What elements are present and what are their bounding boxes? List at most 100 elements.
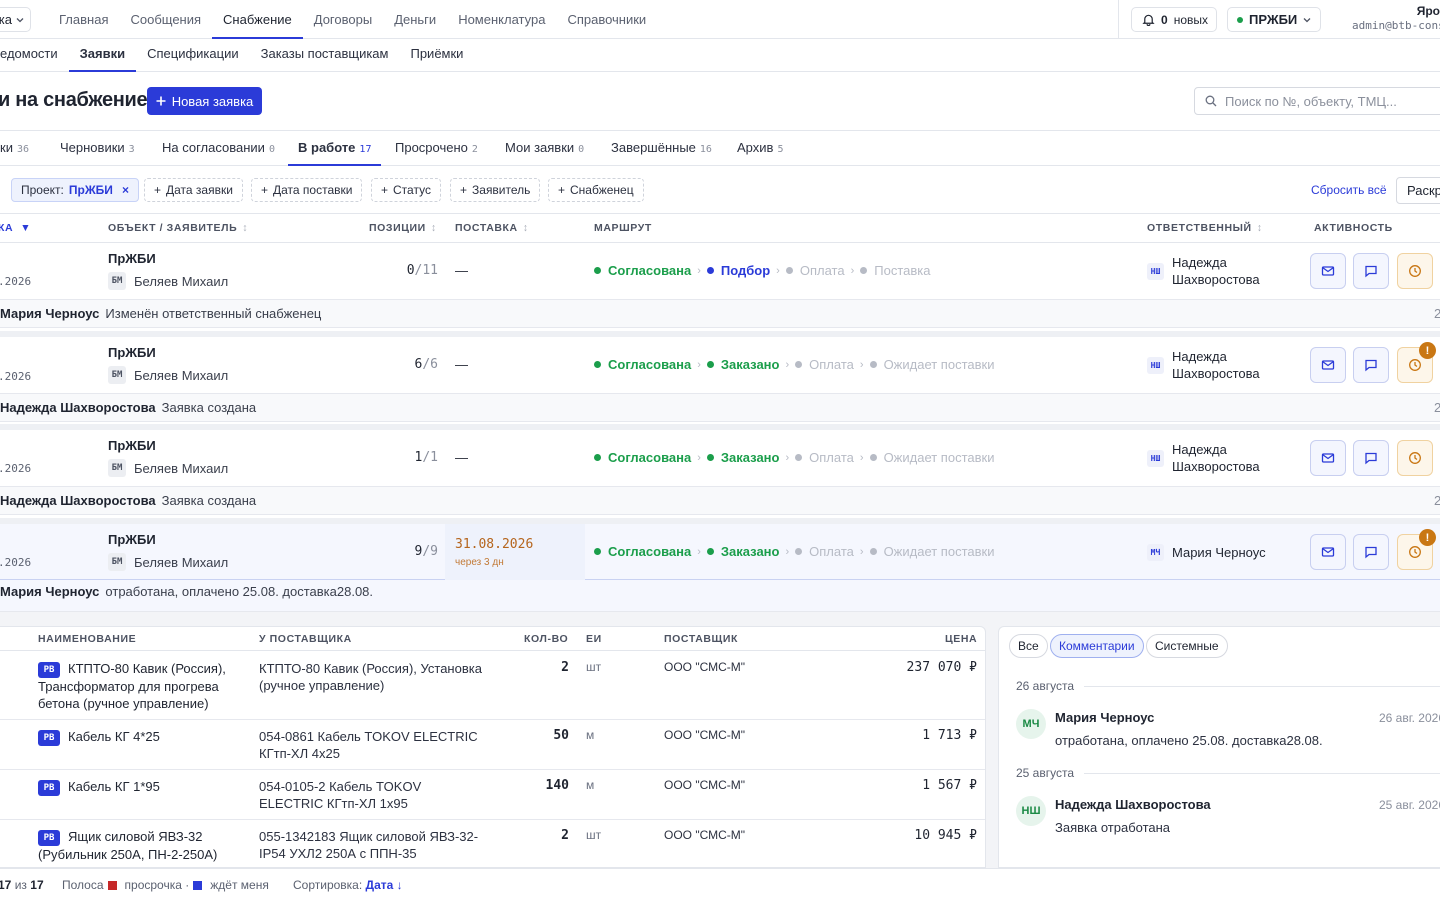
item-row[interactable]: РВ Кабель КГ 4*25 054-0861 Кабель TOKOV E… <box>0 720 985 770</box>
subnav-receipts[interactable]: Приёмки <box>399 39 474 72</box>
legend-overdue: просрочка · <box>124 878 190 892</box>
user-menu[interactable]: Яро admin@btb-constr <box>1338 4 1440 32</box>
project-selector[interactable]: ПРЖБИ <box>1227 7 1321 32</box>
mail-button[interactable] <box>1310 440 1346 476</box>
nav-references[interactable]: Справочники <box>556 0 657 39</box>
bell-icon <box>1142 14 1155 26</box>
tab-in-progress[interactable]: В работе 17 <box>288 131 382 166</box>
close-icon[interactable]: × <box>122 183 129 197</box>
org-selector[interactable]: ка <box>0 7 31 32</box>
filter-label: Дата заявки <box>166 183 233 197</box>
header-label: ОТВЕТСТВЕННЫЙ <box>1147 222 1252 234</box>
chevron-right-icon: › <box>785 358 790 371</box>
filter-label: Статус <box>393 183 431 197</box>
table-row[interactable]: .2026 ПрЖБИ БМ Беляев Михаил 0/11 — Согла… <box>0 243 1440 300</box>
nav-nomenclature[interactable]: Номенклатура <box>447 0 556 39</box>
mail-button[interactable] <box>1310 534 1346 570</box>
table-row[interactable]: .2026 ПрЖБИ БМ Беляев Михаил 6/6 — Соглас… <box>0 337 1440 394</box>
nav-messages[interactable]: Сообщения <box>119 0 212 39</box>
col-header-responsible[interactable]: ОТВЕТСТВЕННЫЙ ↕ <box>1147 214 1263 243</box>
search-input[interactable] <box>1225 93 1425 109</box>
tab-label: Архив <box>737 140 774 155</box>
tab-all[interactable]: ки 36 <box>0 131 31 166</box>
notifications-count: 0 <box>1161 12 1168 27</box>
comments-filter-comments[interactable]: Комментарии <box>1050 634 1144 658</box>
main-nav: Главная Сообщения Снабжение Договоры Ден… <box>48 0 657 39</box>
sort-control[interactable]: Сортировка: Дата ↓ <box>293 878 403 892</box>
col-header-number[interactable]: КА ▼ <box>0 214 31 243</box>
route-step: Согласована <box>594 263 691 278</box>
tab-count: 0 <box>578 144 585 155</box>
item-qty: 2 <box>561 828 569 843</box>
item-supplier-name: 054-0861 Кабель TOKOV ELECTRIC КГтп-ХЛ 4… <box>259 729 478 761</box>
applicant: БМ Беляев Михаил <box>108 459 228 477</box>
comments-filter-system[interactable]: Системные <box>1146 634 1228 658</box>
new-request-button[interactable]: Новая заявка <box>147 87 262 115</box>
route-step: Согласована <box>594 357 691 372</box>
tab-approval[interactable]: На согласовании 0 <box>160 131 277 166</box>
tab-archive[interactable]: Архив 5 <box>735 131 785 166</box>
col-header-delivery[interactable]: ПОСТАВКА ↕ <box>455 214 529 243</box>
item-supplier-name: 055-1342183 Ящик силовой ЯВЗ-32-IP54 УХЛ… <box>259 829 479 861</box>
item-row[interactable]: РВ Ящик силовой ЯВЗ-32 (Рубильник 250А, П… <box>0 820 985 867</box>
sort-label: Сортировка: <box>293 878 363 892</box>
col-header-positions[interactable]: ПОЗИЦИИ ↕ <box>369 214 437 243</box>
item-unit: м <box>586 778 595 792</box>
col-header-object[interactable]: ОБЪЕКТ / ЗАЯВИТЕЛЬ ↕ <box>108 214 248 243</box>
mail-button[interactable] <box>1310 253 1346 289</box>
route-step: Согласована <box>594 544 691 559</box>
route-step: Заказано <box>707 450 780 465</box>
page-title: и на снабжение <box>0 89 148 111</box>
items-col-qty: КОЛ-ВО <box>524 633 569 645</box>
comments-button[interactable] <box>1353 440 1389 476</box>
history-button[interactable] <box>1397 253 1433 289</box>
filter-request-date[interactable]: + Дата заявки <box>144 178 243 202</box>
expand-button[interactable]: Раскр <box>1396 177 1440 204</box>
subnav-specifications[interactable]: Спецификации <box>136 39 250 72</box>
mail-button[interactable] <box>1310 347 1346 383</box>
tab-my-requests[interactable]: Мои заявки 0 <box>503 131 586 166</box>
filter-status[interactable]: + Статус <box>371 178 441 202</box>
route-step: Ожидает поставки <box>870 450 995 465</box>
table-row[interactable]: .2026 ПрЖБИ БМ Беляев Михаил 1/1 — Соглас… <box>0 430 1440 487</box>
filter-project-chip[interactable]: Проект: ПрЖБИ × <box>11 178 139 202</box>
avatar: МЧ <box>1016 709 1046 739</box>
comments-button[interactable] <box>1353 534 1389 570</box>
filter-applicant[interactable]: + Заявитель <box>450 178 541 202</box>
comments-button[interactable] <box>1353 347 1389 383</box>
responsible: НШ Надежда Шахворостова <box>1147 254 1297 288</box>
reset-filters-link[interactable]: Сбросить всё <box>1311 183 1387 197</box>
table-row-selected[interactable]: .2026 ПрЖБИ БМ Беляев Михаил 9/9 31.08.20… <box>0 524 1440 581</box>
plus-icon: + <box>460 183 468 197</box>
project-name: ПРЖБИ <box>1249 12 1298 27</box>
notifications-button[interactable]: 0 новых <box>1131 7 1217 32</box>
nav-money[interactable]: Деньги <box>383 0 447 39</box>
route-step: Оплата <box>795 357 854 372</box>
clock-icon <box>1409 452 1421 464</box>
tab-overdue[interactable]: Просрочено 2 <box>393 131 480 166</box>
tab-completed[interactable]: Завершённые 16 <box>609 131 714 166</box>
responsible-name: Мария Черноус <box>1172 545 1266 560</box>
item-unit: шт <box>586 828 602 842</box>
comments-filter-all[interactable]: Все <box>1009 634 1048 658</box>
filter-supplier[interactable]: + Снабженец <box>548 178 644 202</box>
route-step: Ожидает поставки <box>870 544 995 559</box>
top-navbar: ка Главная Сообщения Снабжение Договоры … <box>0 0 1440 39</box>
history-button[interactable] <box>1397 440 1433 476</box>
item-name-text: Ящик силовой ЯВЗ-32 (Рубильник 250А, ПН-… <box>38 829 218 862</box>
item-row[interactable]: РВ КТПТО-80 Кавик (Россия), Трансформатор… <box>0 652 985 720</box>
tab-drafts[interactable]: Черновики 3 <box>58 131 137 166</box>
filter-delivery-date[interactable]: + Дата поставки <box>251 178 363 202</box>
chat-icon <box>1365 265 1377 278</box>
nav-contracts[interactable]: Договоры <box>303 0 383 39</box>
tab-count: 36 <box>16 144 29 155</box>
alert-icon: ! <box>1419 342 1436 359</box>
subnav-requests[interactable]: Заявки <box>68 39 137 72</box>
subnav-supplier-orders[interactable]: Заказы поставщикам <box>250 39 400 72</box>
nav-supply[interactable]: Снабжение <box>212 0 303 39</box>
subnav-statements[interactable]: едомости <box>0 39 69 72</box>
item-row[interactable]: РВ Кабель КГ 1*95 054-0105-2 Кабель TOKOV… <box>0 770 985 820</box>
comments-button[interactable] <box>1353 253 1389 289</box>
avatar: БМ <box>108 366 126 384</box>
nav-home[interactable]: Главная <box>48 0 119 39</box>
